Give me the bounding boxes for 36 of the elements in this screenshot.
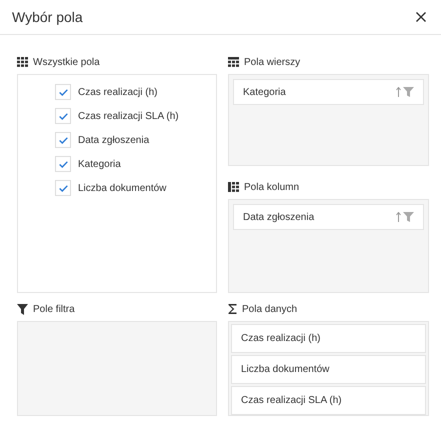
field-chip[interactable]: Kategoria (233, 79, 424, 105)
check-icon (58, 136, 68, 144)
grid-icon (17, 57, 28, 67)
section-label: Wszystkie pola (33, 56, 100, 70)
filter-icon[interactable] (403, 212, 414, 222)
section-label: Pola wierszy (244, 56, 300, 70)
section-label: Pola danych (242, 302, 298, 316)
field-label: Czas realizacji SLA (h) (78, 110, 179, 124)
checkbox[interactable] (55, 156, 71, 172)
field-chip[interactable]: Czas realizacji (h) (231, 324, 426, 353)
check-icon (58, 160, 68, 168)
field-chip[interactable]: Liczba dokumentów (231, 355, 426, 384)
field-label: Czas realizacji (h) (78, 86, 158, 100)
field-chip[interactable]: Data zgłoszenia (233, 204, 424, 230)
section-label: Pola kolumn (244, 180, 300, 194)
field-label: Kategoria (78, 158, 121, 172)
filter-icon[interactable] (403, 87, 414, 97)
field-label: Liczba dokumentów (78, 182, 166, 196)
window-title: Wybór pola (12, 8, 83, 27)
section-label: Pole filtra (33, 302, 75, 316)
rows-icon (228, 57, 239, 67)
check-icon (58, 112, 68, 120)
checkbox[interactable] (55, 180, 71, 196)
close-icon[interactable] (416, 12, 426, 22)
columns-icon (228, 182, 239, 192)
check-icon (58, 184, 68, 192)
sort-arrow-icon[interactable] (396, 212, 401, 222)
checkbox[interactable] (55, 132, 71, 148)
sigma-icon (228, 304, 237, 314)
checkbox[interactable] (55, 84, 71, 100)
check-icon (58, 88, 68, 96)
checkbox[interactable] (55, 108, 71, 124)
field-chip[interactable]: Czas realizacji SLA (h) (231, 386, 426, 415)
filter-icon (17, 304, 28, 314)
field-label: Data zgłoszenia (78, 134, 150, 148)
sort-arrow-icon[interactable] (396, 87, 401, 97)
